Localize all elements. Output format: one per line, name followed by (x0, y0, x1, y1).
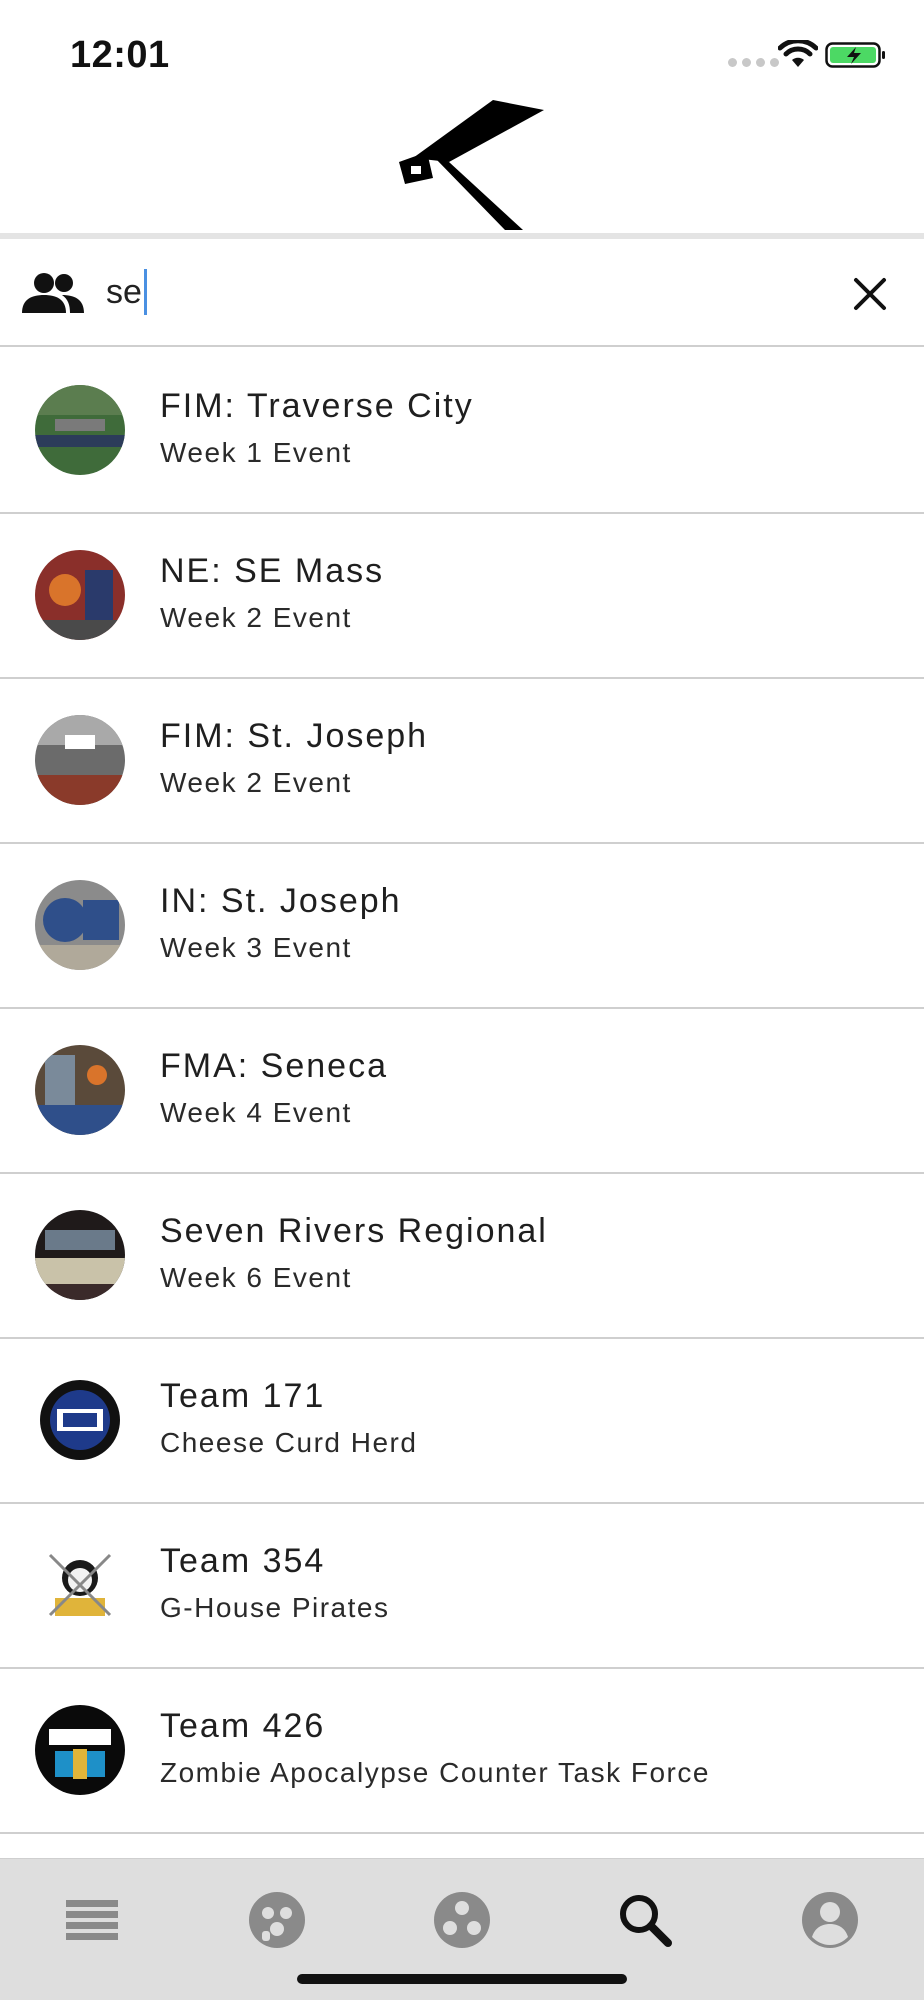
list-item[interactable]: Team 354 G-House Pirates (0, 1504, 924, 1669)
events-icon (249, 1892, 305, 1948)
result-title: Team 354 (160, 1542, 326, 1580)
result-title: IN: St. Joseph (160, 882, 402, 920)
menu-icon (66, 1900, 118, 1940)
event-avatar (35, 550, 125, 640)
result-title: Team 171 (160, 1377, 326, 1415)
list-item[interactable]: NE: SE Mass Week 2 Event (0, 514, 924, 679)
result-subtitle: Week 1 Event (160, 437, 352, 468)
result-title: FIM: Traverse City (160, 387, 474, 425)
nav-events[interactable] (242, 1885, 312, 1955)
result-title: FIM: St. Joseph (160, 717, 429, 755)
home-indicator[interactable] (297, 1974, 627, 1984)
list-item[interactable]: FIM: Traverse City Week 1 Event (0, 349, 924, 514)
nav-menu[interactable] (57, 1885, 127, 1955)
search-icon (620, 1895, 672, 1947)
list-item[interactable]: IN: St. Joseph Week 3 Event (0, 844, 924, 1009)
result-title: NE: SE Mass (160, 552, 385, 590)
wifi-icon (778, 40, 818, 67)
list-item[interactable]: FMA: Seneca Week 4 Event (0, 1009, 924, 1174)
battery-charging-icon (825, 42, 885, 68)
result-subtitle: Week 6 Event (160, 1262, 352, 1293)
account-icon (802, 1892, 858, 1948)
search-query: se (106, 273, 142, 311)
text-cursor (143, 269, 147, 315)
search-bar: se (0, 239, 924, 347)
result-subtitle: Week 2 Event (160, 602, 352, 633)
team-avatar (35, 1540, 125, 1630)
result-subtitle: G-House Pirates (160, 1592, 390, 1623)
result-subtitle: Week 2 Event (160, 767, 352, 798)
nav-teams[interactable] (427, 1885, 497, 1955)
event-avatar (35, 880, 125, 970)
teams-icon (434, 1892, 490, 1948)
people-icon[interactable] (22, 271, 84, 315)
result-subtitle: Week 3 Event (160, 932, 352, 963)
result-title: Seven Rivers Regional (160, 1212, 548, 1250)
result-subtitle: Cheese Curd Herd (160, 1427, 418, 1458)
team-avatar (35, 1705, 125, 1795)
list-item[interactable]: Team 426 Zombie Apocalypse Counter Task … (0, 1669, 924, 1834)
result-title: FMA: Seneca (160, 1047, 388, 1085)
clear-search-button[interactable] (850, 274, 890, 314)
status-bar: 12:01 (0, 0, 924, 100)
list-item[interactable]: Team 171 Cheese Curd Herd (0, 1339, 924, 1504)
list-item[interactable]: FIM: St. Joseph Week 2 Event (0, 679, 924, 844)
search-results-list: FIM: Traverse City Week 1 Event NE: SE M… (0, 349, 924, 1834)
result-title: Team 426 (160, 1707, 326, 1745)
event-avatar (35, 385, 125, 475)
status-time: 12:01 (70, 34, 170, 76)
app-logo (399, 100, 544, 230)
nav-account[interactable] (795, 1885, 865, 1955)
team-avatar (35, 1375, 125, 1465)
event-avatar (35, 715, 125, 805)
result-subtitle: Week 4 Event (160, 1097, 352, 1128)
event-avatar (35, 1210, 125, 1300)
cellular-signal-icon (728, 58, 779, 67)
list-item[interactable]: Seven Rivers Regional Week 6 Event (0, 1174, 924, 1339)
result-subtitle: Zombie Apocalypse Counter Task Force (160, 1757, 710, 1788)
search-input[interactable]: se (106, 267, 147, 317)
event-avatar (35, 1045, 125, 1135)
nav-search[interactable] (610, 1885, 680, 1955)
app-header (0, 100, 924, 233)
